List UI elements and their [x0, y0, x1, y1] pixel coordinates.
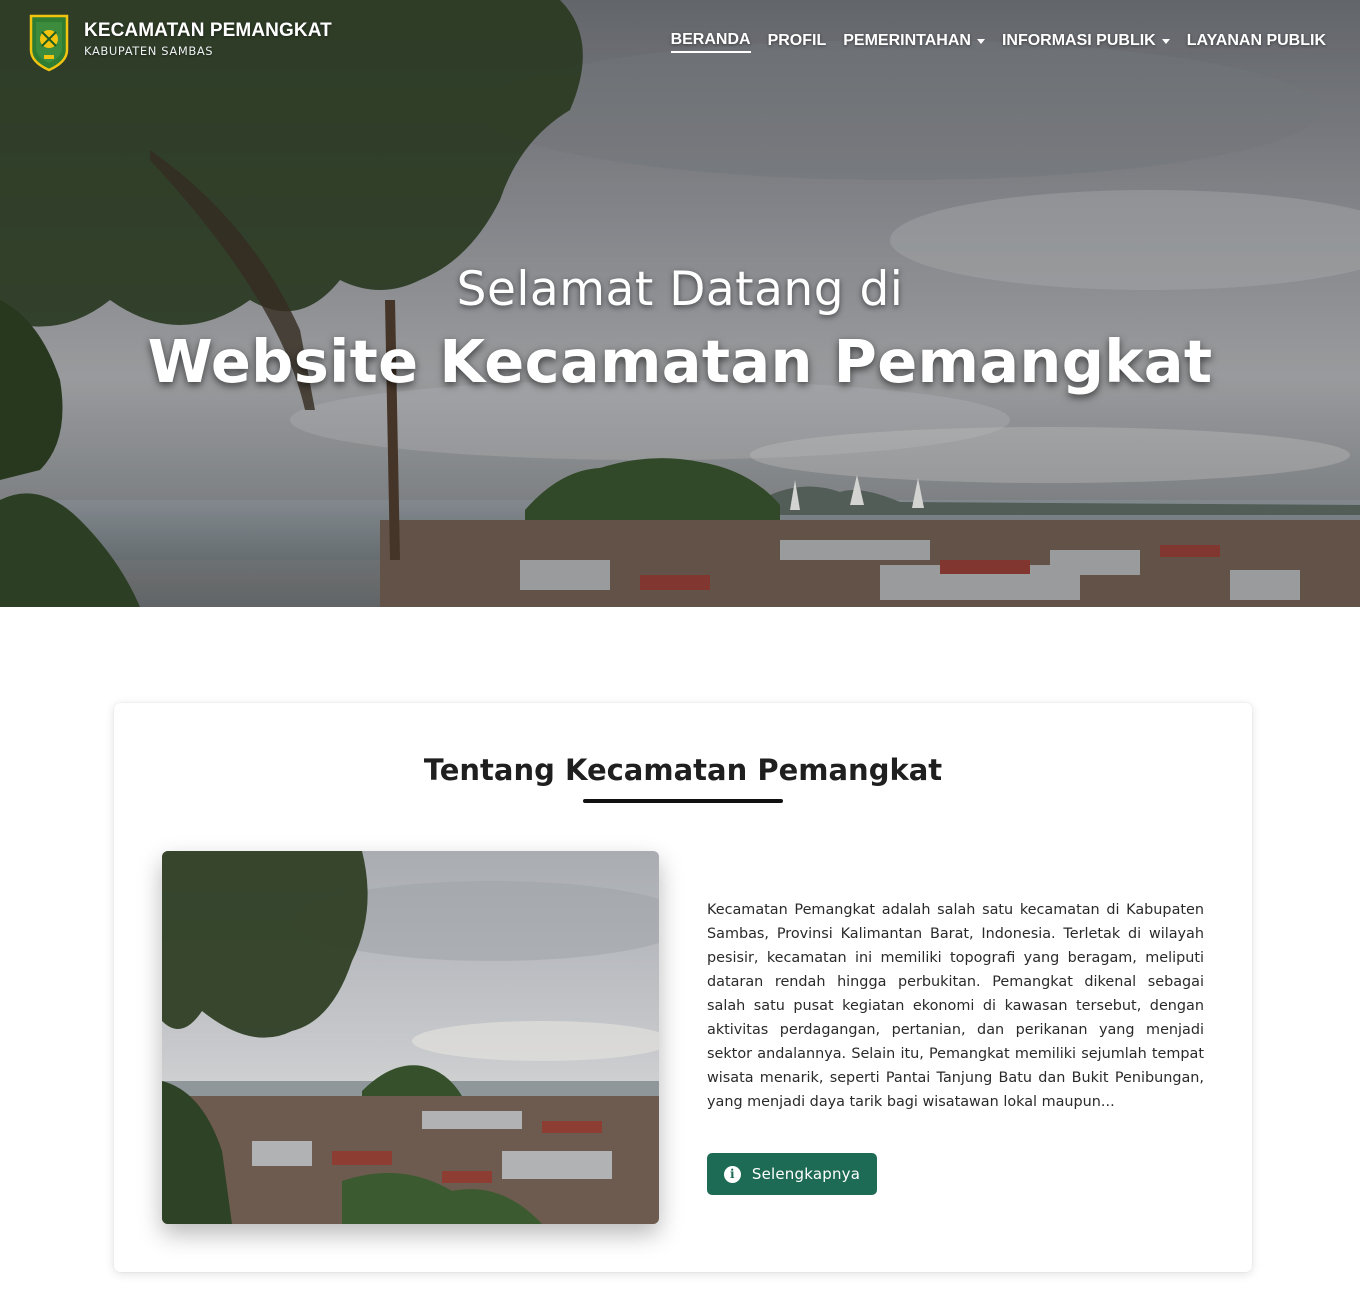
nav-profil-label: PROFIL: [767, 32, 827, 49]
hero-text: Selamat Datang di Website Kecamatan Pema…: [0, 262, 1360, 396]
heading-underline: [583, 799, 783, 803]
main-nav: BERANDA PROFIL PEMERINTAHAN INFORMASI PU…: [670, 31, 1326, 53]
nav-layanan-publik-label: LAYANAN PUBLIK: [1186, 32, 1326, 49]
about-card: Tentang Kecamatan Pemangkat Kecamatan Pe…: [114, 703, 1252, 1272]
nav-informasi-publik[interactable]: INFORMASI PUBLIK: [1002, 31, 1170, 53]
brand-title: KECAMATAN PEMANGKAT: [84, 20, 332, 41]
brand-subtitle: KABUPATEN SAMBAS: [84, 44, 214, 58]
kabupaten-sambas-emblem-icon: [29, 14, 69, 72]
nav-pemerintahan-label: PEMERINTAHAN: [843, 32, 971, 49]
hero-subtitle: Selamat Datang di: [456, 262, 904, 317]
about-heading: Tentang Kecamatan Pemangkat: [423, 753, 943, 787]
caret-down-icon: [976, 38, 985, 44]
selengkapnya-label: Selengkapnya: [751, 1165, 861, 1183]
hero-title: Website Kecamatan Pemangkat: [147, 327, 1213, 396]
nav-beranda-label: BERANDA: [670, 31, 751, 48]
about-photo: [162, 851, 659, 1224]
info-circle-icon: i: [723, 1165, 741, 1183]
about-description: Kecamatan Pemangkat adalah salah satu ke…: [707, 902, 1204, 1110]
hero-banner: KECAMATAN PEMANGKAT KABUPATEN SAMBAS BER…: [0, 0, 1360, 607]
nav-layanan-publik[interactable]: LAYANAN PUBLIK: [1187, 31, 1326, 53]
navbar: KECAMATAN PEMANGKAT KABUPATEN SAMBAS BER…: [0, 0, 1360, 84]
brand[interactable]: KECAMATAN PEMANGKAT KABUPATEN SAMBAS: [28, 12, 332, 72]
nav-pemerintahan[interactable]: PEMERINTAHAN: [843, 31, 985, 53]
caret-down-icon: [1161, 38, 1170, 44]
nav-beranda[interactable]: BERANDA: [670, 31, 751, 53]
nav-informasi-publik-label: INFORMASI PUBLIK: [1001, 32, 1156, 49]
selengkapnya-button[interactable]: i Selengkapnya: [707, 1153, 877, 1195]
town-photo-image: [162, 851, 659, 1224]
nav-profil[interactable]: PROFIL: [768, 31, 827, 53]
